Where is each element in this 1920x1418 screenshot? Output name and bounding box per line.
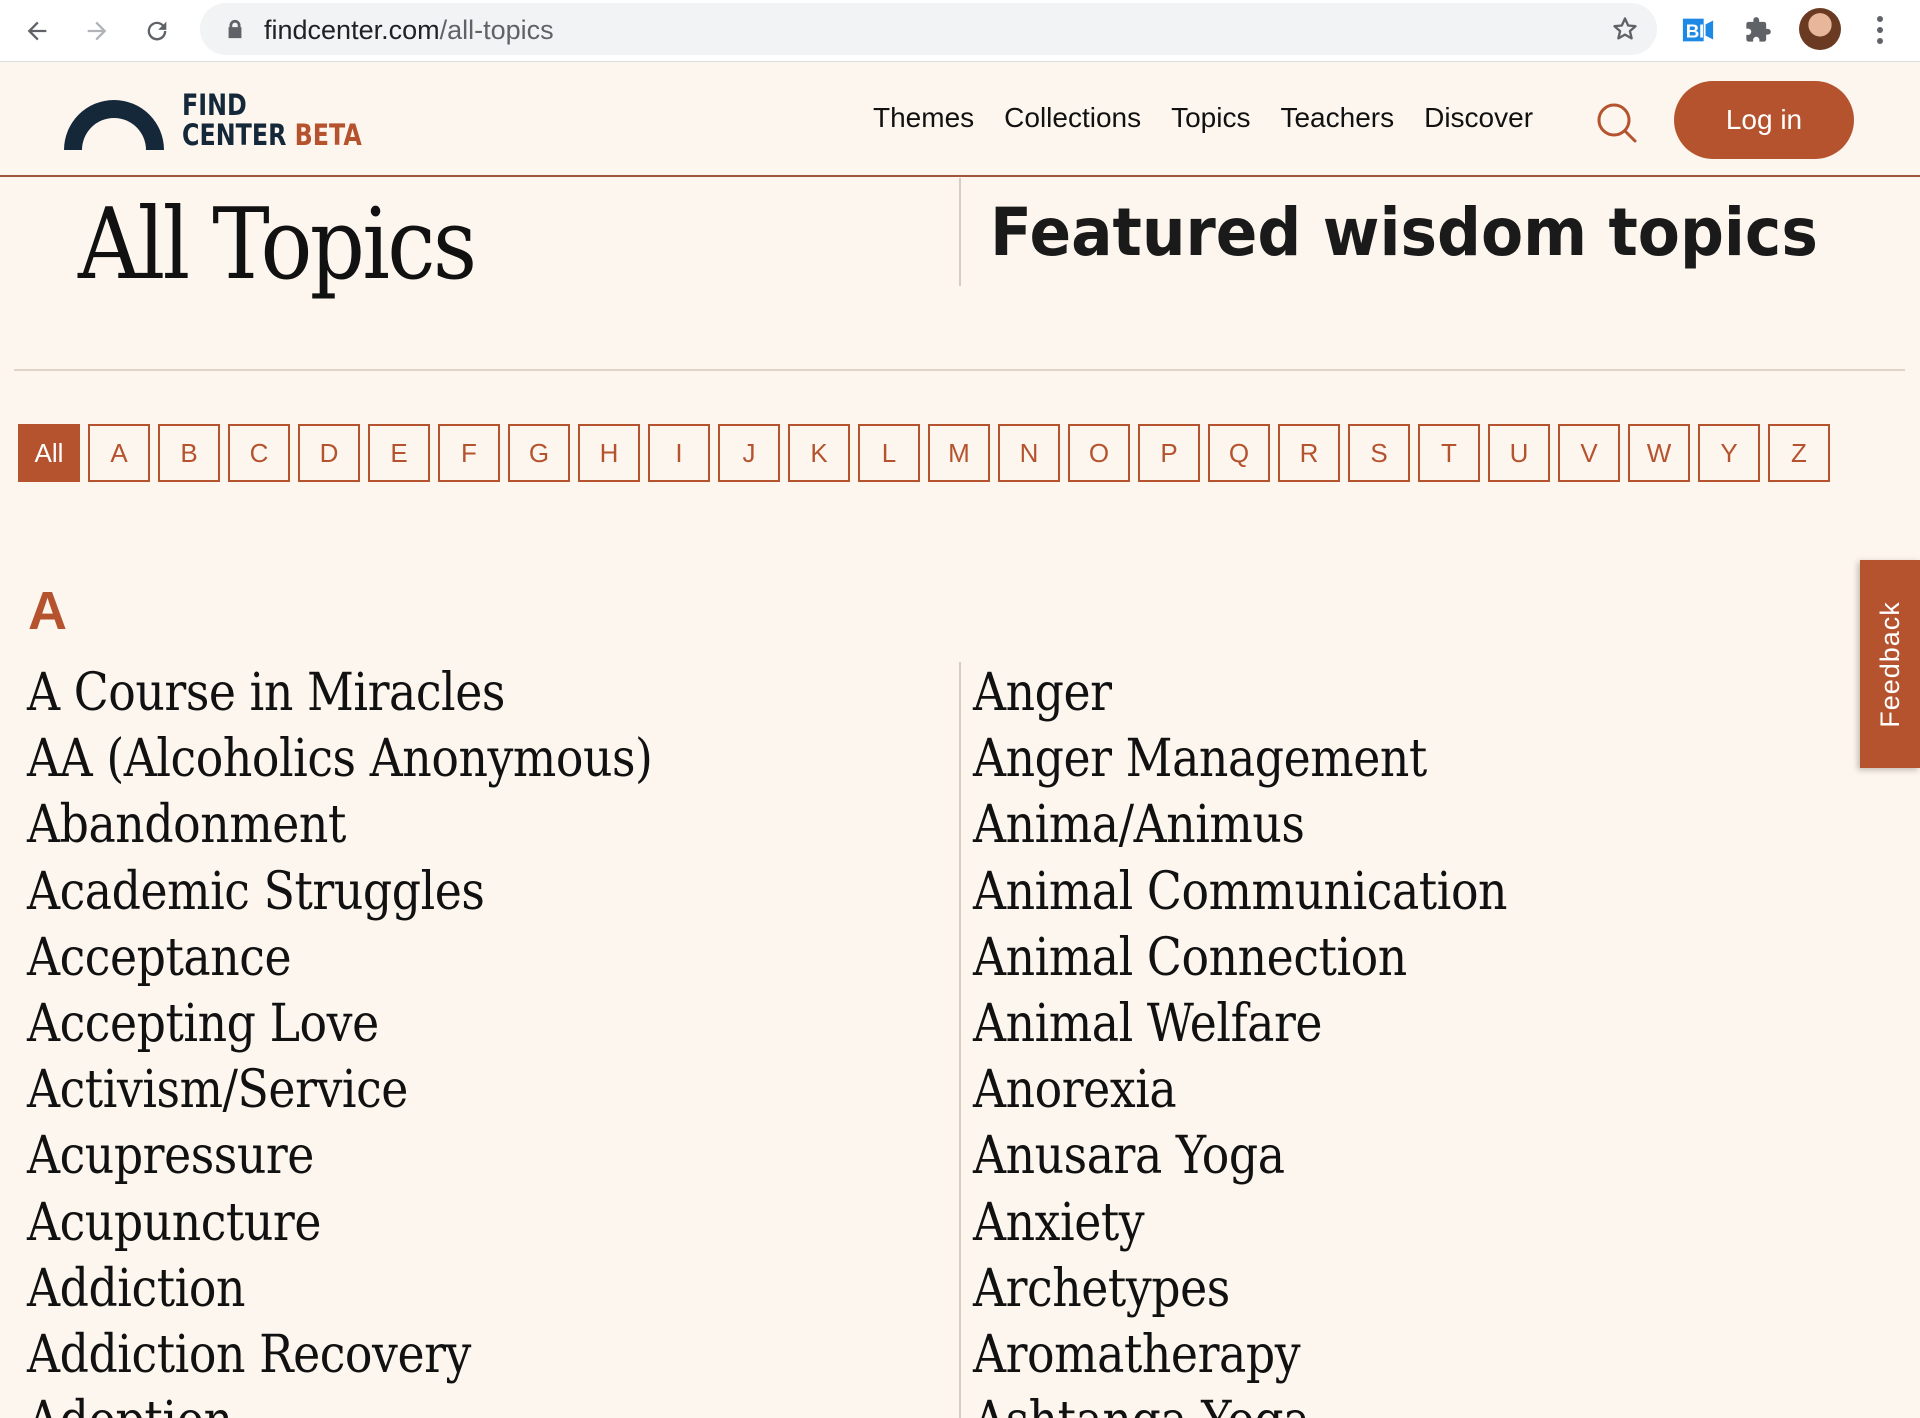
logo-beta-text: BETA [294,118,362,152]
main-nav: Themes Collections Topics Teachers Disco… [873,102,1563,134]
extension-bi-icon[interactable]: BI [1680,12,1716,48]
nav-collections[interactable]: Collections [1004,102,1141,134]
featured-topics-title: Featured wisdom topics [990,194,1818,271]
url-text: findcenter.com/all-topics [264,15,554,46]
nav-teachers[interactable]: Teachers [1280,102,1394,134]
column-divider [959,662,961,1418]
letter-filter-y[interactable]: Y [1698,424,1760,482]
title-divider [959,178,961,286]
letter-filter-n[interactable]: N [998,424,1060,482]
svg-text:I: I [1699,22,1704,43]
letter-filter-l[interactable]: L [858,424,920,482]
feedback-label: Feedback [1874,600,1905,728]
letter-filter-b[interactable]: B [158,424,220,482]
puzzle-icon[interactable] [1740,12,1776,48]
star-icon[interactable] [1611,15,1639,43]
logo-arc-icon [64,100,164,150]
topic-link[interactable]: Anger [973,660,1507,726]
topic-column-right: Anger Anger Management Anima/Animus Anim… [973,660,1580,1418]
letter-filter-p[interactable]: P [1138,424,1200,482]
topic-link[interactable]: Acupressure [27,1123,652,1189]
letter-filter-h[interactable]: H [578,424,640,482]
letter-filter-a[interactable]: A [88,424,150,482]
topic-link[interactable]: Addiction Recovery [27,1322,652,1388]
topic-link[interactable]: Adoption [27,1388,652,1418]
letter-filter-v[interactable]: V [1558,424,1620,482]
logo-wordmark: FIND CENTER BETA [182,90,362,150]
url-domain: findcenter.com [264,15,440,45]
topic-link[interactable]: Archetypes [973,1256,1507,1322]
page-title: All Topics [78,188,477,302]
topic-link[interactable]: Academic Struggles [27,859,652,925]
topic-link[interactable]: Acupuncture [27,1190,652,1256]
search-icon[interactable] [1594,100,1638,144]
alphabet-filter: All A B C D E F G H I J K L M N O P Q R … [18,424,1830,482]
svg-text:B: B [1686,22,1700,43]
letter-filter-k[interactable]: K [788,424,850,482]
nav-themes[interactable]: Themes [873,102,974,134]
more-menu-icon[interactable] [1868,12,1892,48]
letter-filter-g[interactable]: G [508,424,570,482]
url-path: /all-topics [439,15,554,45]
browser-toolbar: findcenter.com/all-topics BI [0,0,1920,62]
login-button[interactable]: Log in [1674,81,1854,159]
address-bar[interactable]: findcenter.com/all-topics [200,3,1657,55]
topic-link[interactable]: AA (Alcoholics Anonymous) [27,726,653,792]
topic-link[interactable]: Anusara Yoga [973,1123,1507,1189]
section-letter-heading: A [28,581,67,641]
topic-link[interactable]: Anorexia [973,1057,1507,1123]
letter-filter-o[interactable]: O [1068,424,1130,482]
nav-topics[interactable]: Topics [1171,102,1250,134]
letter-filter-c[interactable]: C [228,424,290,482]
site-header: FIND CENTER BETA Themes Collections Topi… [0,62,1920,177]
topic-column-left: A Course in Miracles AA (Alcoholics Anon… [27,660,738,1418]
profile-avatar[interactable] [1799,8,1841,50]
letter-filter-d[interactable]: D [298,424,360,482]
topic-link[interactable]: Animal Connection [973,925,1507,991]
topic-link[interactable]: Aromatherapy [973,1322,1507,1388]
topic-link[interactable]: Anxiety [973,1190,1507,1256]
feedback-tab[interactable]: Feedback [1860,560,1920,768]
topic-link[interactable]: A Course in Miracles [27,660,652,726]
letter-filter-t[interactable]: T [1418,424,1480,482]
reload-icon[interactable] [136,10,178,52]
logo-line-center: CENTER BETA [182,120,362,150]
back-arrow-icon[interactable] [16,10,58,52]
logo-line-find: FIND [182,88,247,122]
letter-filter-i[interactable]: I [648,424,710,482]
letter-filter-r[interactable]: R [1278,424,1340,482]
topic-link[interactable]: Abandonment [27,792,652,858]
letter-filter-j[interactable]: J [718,424,780,482]
letter-filter-all[interactable]: All [18,424,80,482]
topic-link[interactable]: Animal Communication [973,859,1508,925]
letter-filter-m[interactable]: M [928,424,990,482]
letter-filter-u[interactable]: U [1488,424,1550,482]
letter-filter-q[interactable]: Q [1208,424,1270,482]
nav-discover[interactable]: Discover [1424,102,1533,134]
letter-filter-s[interactable]: S [1348,424,1410,482]
logo-center-text: CENTER [182,118,287,152]
site-logo[interactable]: FIND CENTER BETA [64,90,401,150]
topic-link[interactable]: Ashtanga Yoga [973,1388,1507,1418]
topic-link[interactable]: Animal Welfare [973,991,1507,1057]
topic-link[interactable]: Activism/Service [27,1057,652,1123]
letter-filter-z[interactable]: Z [1768,424,1830,482]
topic-link[interactable]: Accepting Love [27,991,652,1057]
forward-arrow-icon[interactable] [76,10,118,52]
lock-icon [228,19,242,39]
topic-link[interactable]: Addiction [27,1256,652,1322]
letter-filter-w[interactable]: W [1628,424,1690,482]
topic-link[interactable]: Anger Management [973,726,1507,792]
section-divider [14,369,1905,371]
letter-filter-e[interactable]: E [368,424,430,482]
topic-link[interactable]: Acceptance [27,925,652,991]
letter-filter-f[interactable]: F [438,424,500,482]
topic-link[interactable]: Anima/Animus [973,792,1507,858]
